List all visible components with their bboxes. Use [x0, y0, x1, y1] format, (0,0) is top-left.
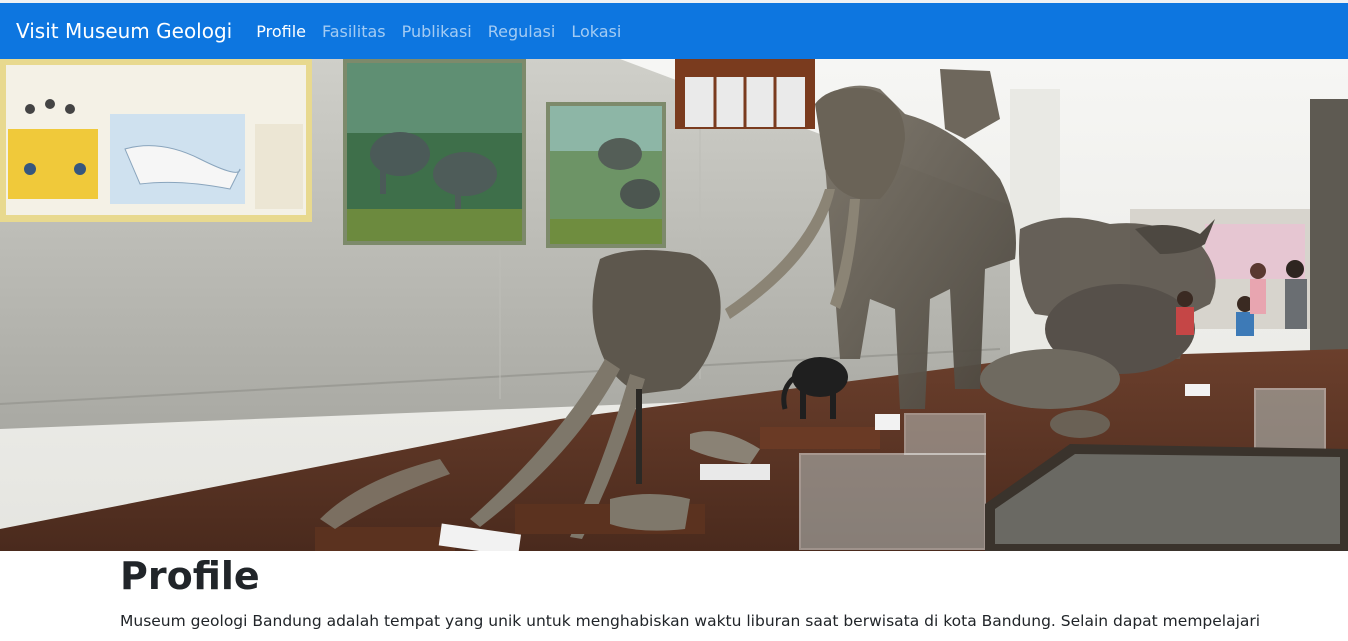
- museum-hall-illustration: [0, 59, 1348, 551]
- nav-link-publikasi[interactable]: Publikasi: [394, 14, 480, 49]
- main-content: Profile Museum geologi Bandung adalah te…: [0, 551, 1348, 633]
- nav-link-regulasi[interactable]: Regulasi: [480, 14, 564, 49]
- nav-link-lokasi[interactable]: Lokasi: [563, 14, 629, 49]
- nav-link-profile[interactable]: Profile: [248, 14, 314, 49]
- page-title: Profile: [120, 554, 260, 598]
- intro-paragraph: Museum geologi Bandung adalah tempat yan…: [120, 612, 1261, 630]
- navbar-brand[interactable]: Visit Museum Geologi: [16, 19, 232, 43]
- nav-links: Profile Fasilitas Publikasi Regulasi Lok…: [248, 14, 629, 49]
- hero-image: [0, 59, 1348, 551]
- nav-link-fasilitas[interactable]: Fasilitas: [314, 14, 394, 49]
- navbar: Visit Museum Geologi Profile Fasilitas P…: [0, 3, 1348, 59]
